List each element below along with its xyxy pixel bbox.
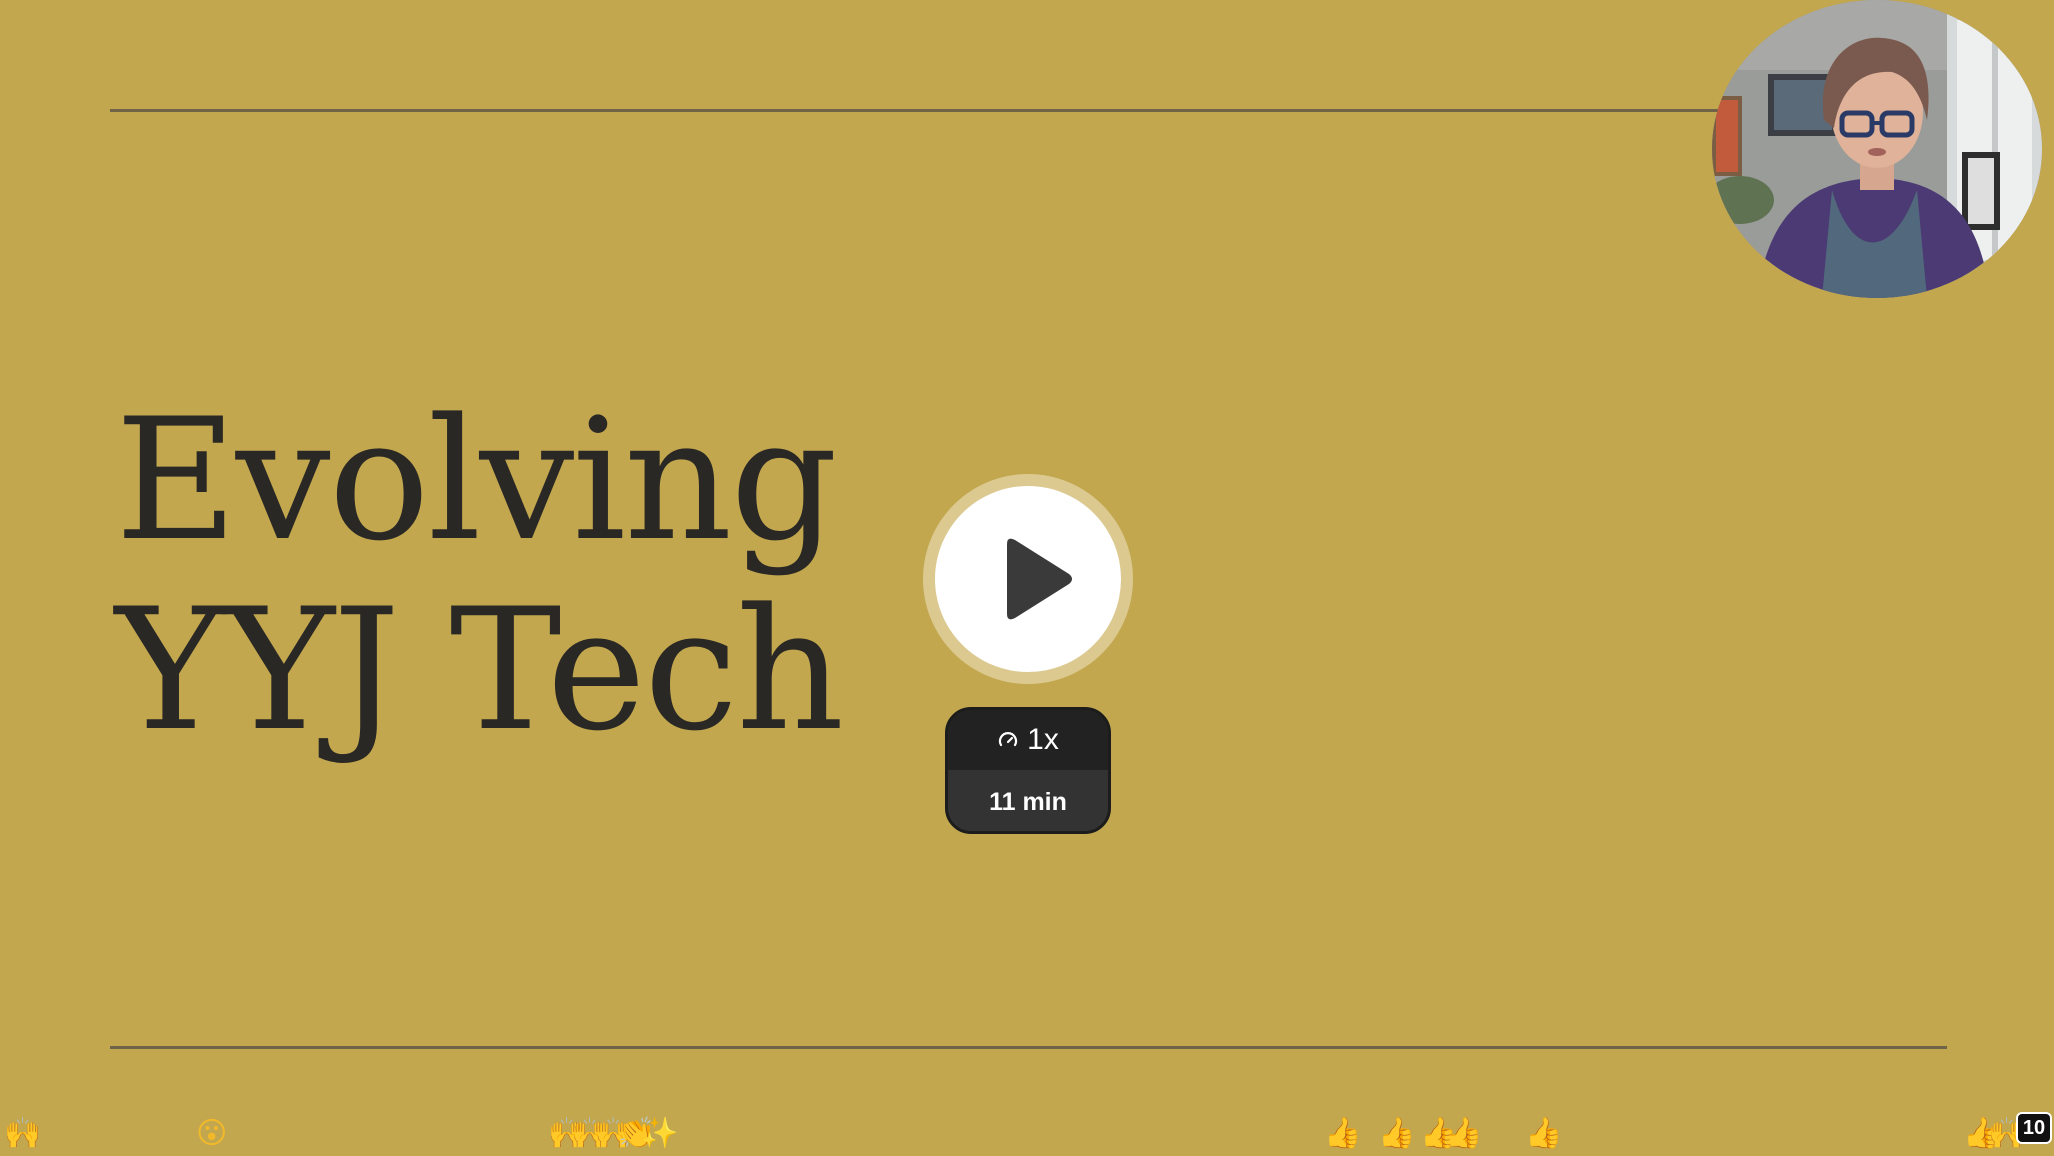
play-icon [1007,538,1072,620]
play-button-face [935,486,1121,672]
reaction-thumbs-up-2[interactable]: 👍 [1378,1116,1415,1152]
reaction-surprised[interactable]: 😮 [196,1116,227,1152]
reaction-raised-hands[interactable]: 🙌 [4,1116,41,1152]
playback-info-pill[interactable]: 1x 11 min [945,707,1111,834]
playback-speed-label: 1x [1027,723,1059,756]
reactions-count-badge[interactable]: 10 [2016,1112,2052,1144]
reaction-thumbs-up-4[interactable]: 👍 [1525,1116,1562,1152]
play-button[interactable] [923,474,1133,684]
slide-top-rule [110,109,1730,112]
playback-speed-button[interactable]: 1x [948,710,1108,770]
video-player[interactable]: Evolving YYJ Tech 1x 11 min 🙌 😮 🙌🙌🙌👏✨ 👍 … [0,0,2054,1156]
reaction-thumbs-up-5[interactable]: 👍🙌 [1963,1116,2026,1152]
reaction-thumbs-up-1[interactable]: 👍 [1324,1116,1361,1152]
presenter-video-image [1712,0,2042,298]
video-duration: 11 min [948,770,1108,831]
slide-bottom-rule [110,1046,1947,1049]
slide-title: Evolving YYJ Tech [115,382,844,768]
slide-title-line-1: Evolving [115,382,838,578]
reaction-clapping-cluster[interactable]: 🙌🙌🙌👏✨ [548,1116,679,1152]
reaction-thumbs-up-3[interactable]: 👍👍 [1420,1116,1483,1152]
speedometer-icon [999,732,1018,747]
presenter-webcam-bubble[interactable] [1712,0,2042,298]
slide-title-line-2: YYJ Tech [115,572,844,768]
